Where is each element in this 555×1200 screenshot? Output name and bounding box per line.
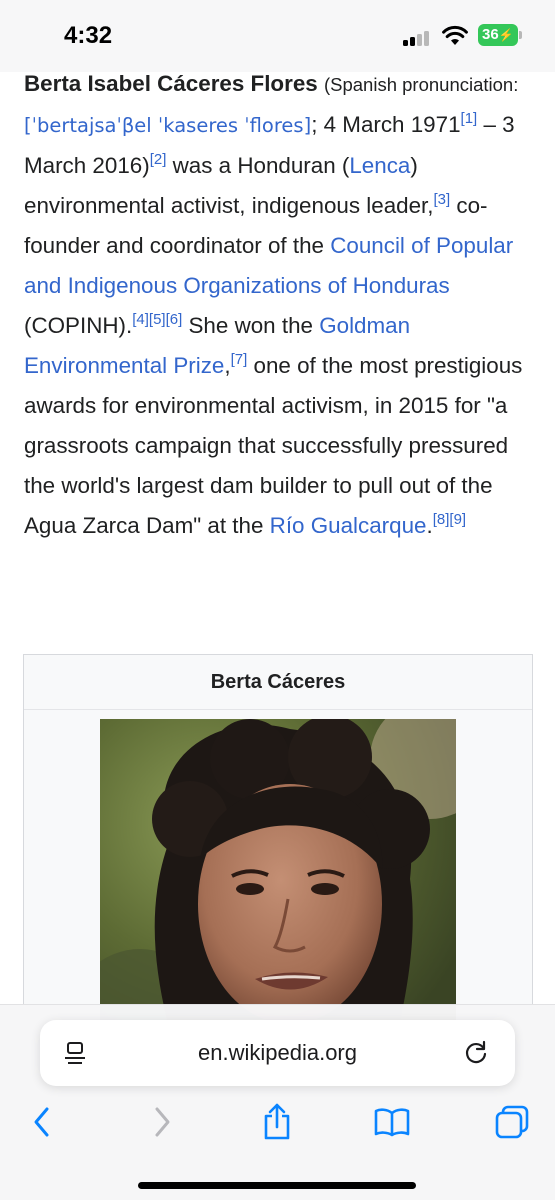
article-text: (COPINH). bbox=[24, 313, 133, 338]
reload-icon[interactable] bbox=[463, 1040, 489, 1066]
reference-4[interactable]: [4] bbox=[132, 311, 149, 328]
pronunciation-note: (Spanish pronunciation: bbox=[323, 74, 519, 95]
article-text: She won the bbox=[182, 313, 320, 338]
wifi-icon bbox=[442, 25, 468, 45]
share-button[interactable] bbox=[255, 1100, 299, 1144]
article-lead-paragraph: Berta Isabel Cáceres Flores (Spanish pro… bbox=[24, 64, 534, 546]
reference-9[interactable]: [9] bbox=[449, 511, 466, 528]
article-subject-name: Berta Isabel Cáceres Flores bbox=[24, 71, 318, 96]
share-icon bbox=[264, 1103, 290, 1140]
battery-level: 36 bbox=[482, 26, 499, 43]
page-menu-icon[interactable] bbox=[64, 1041, 86, 1065]
lenca-link[interactable]: Lenca bbox=[349, 153, 410, 178]
address-bar[interactable]: en.wikipedia.org bbox=[40, 1020, 515, 1086]
reference-3[interactable]: [3] bbox=[434, 191, 451, 208]
bookmarks-icon bbox=[374, 1108, 410, 1137]
ipa-pronunciation-link[interactable]: [ˈbertajsaˈβel ˈkaseres ˈflores] bbox=[24, 114, 311, 137]
birth-date-text: ; 4 March 1971 bbox=[311, 112, 461, 137]
infobox-title: Berta Cáceres bbox=[210, 671, 346, 693]
status-time: 4:32 bbox=[64, 22, 113, 49]
home-indicator bbox=[138, 1182, 416, 1189]
reference-1[interactable]: [1] bbox=[461, 110, 478, 127]
infobox-divider bbox=[24, 709, 532, 710]
tabs-button[interactable] bbox=[490, 1100, 534, 1144]
back-icon bbox=[34, 1107, 49, 1137]
forward-icon bbox=[155, 1107, 170, 1137]
url-text: en.wikipedia.org bbox=[198, 1040, 357, 1065]
reference-7[interactable]: [7] bbox=[231, 351, 248, 368]
forward-button[interactable] bbox=[140, 1100, 184, 1144]
battery-indicator: 36⚡ bbox=[478, 24, 518, 46]
tabs-icon bbox=[495, 1105, 529, 1139]
back-button[interactable] bbox=[20, 1100, 64, 1144]
bookmarks-button[interactable] bbox=[370, 1100, 414, 1144]
reference-6[interactable]: [6] bbox=[166, 311, 183, 328]
reference-8[interactable]: [8] bbox=[433, 511, 450, 528]
article-text: was a Honduran ( bbox=[166, 153, 350, 178]
rio-gualcarque-link[interactable]: Río Gualcarque bbox=[270, 513, 427, 538]
cellular-signal-icon bbox=[403, 30, 433, 46]
status-bar: 4:32 36⚡ bbox=[0, 0, 555, 72]
battery-tip bbox=[519, 31, 522, 39]
reference-5[interactable]: [5] bbox=[149, 311, 166, 328]
reference-2[interactable]: [2] bbox=[150, 151, 167, 168]
